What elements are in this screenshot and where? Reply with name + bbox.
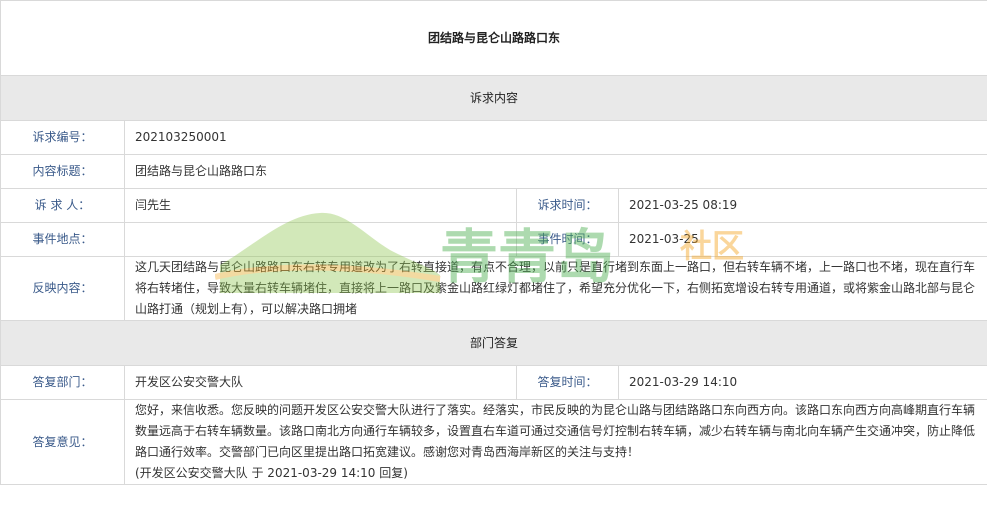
appeal-number-value: 202103250001 <box>123 120 987 155</box>
row-reply-opinion: 答复意见： 您好，来信收悉。您反映的问题开发区公安交警大队进行了落实。经落实，市… <box>0 399 987 485</box>
row-appeal-location: 事件地点： 事件时间： 2021-03-25 <box>0 222 987 257</box>
reply-signature: (开发区公安交警大队 于 2021-03-29 14:10 回复) <box>135 466 408 480</box>
appeal-subject-label: 内容标题： <box>0 154 125 189</box>
appeal-time-value: 2021-03-25 08:19 <box>617 188 987 223</box>
row-appeal-content: 反映内容： 这几天团结路与昆仑山路路口东右转专用道改为了右转直接道，有点不合理，… <box>0 256 987 321</box>
reply-dept-value: 开发区公安交警大队 <box>124 365 517 400</box>
section-header-appeal: 诉求内容 <box>0 75 987 121</box>
page-title: 团结路与昆仑山路路口东 <box>0 0 987 76</box>
reply-dept-label: 答复部门： <box>0 365 125 400</box>
row-reply-dept: 答复部门： 开发区公安交警大队 答复时间： 2021-03-29 14:10 <box>0 365 987 400</box>
reply-opinion-value: 您好，来信收悉。您反映的问题开发区公安交警大队进行了落实。经落实，市民反映的为昆… <box>135 403 976 459</box>
section-header-reply: 部门答复 <box>0 320 987 366</box>
appeal-number-label: 诉求编号： <box>0 120 125 155</box>
reply-time-label: 答复时间： <box>516 365 619 400</box>
appeal-content-label: 反映内容： <box>0 256 125 321</box>
appeal-content-value: 这几天团结路与昆仑山路路口东右转专用道改为了右转直接道，有点不合理，以前只是直行… <box>123 256 987 321</box>
appeal-time-label: 诉求时间： <box>516 188 619 223</box>
reply-opinion-label: 答复意见： <box>0 399 125 485</box>
row-appeal-subject: 内容标题： 团结路与昆仑山路路口东 <box>0 154 987 189</box>
event-location-label: 事件地点： <box>0 222 125 257</box>
event-location-value <box>124 222 517 257</box>
event-time-value: 2021-03-25 <box>617 222 987 257</box>
appeal-subject-value: 团结路与昆仑山路路口东 <box>123 154 987 189</box>
appeal-person-value: 闫先生 <box>124 188 517 223</box>
appeal-detail-table: 团结路与昆仑山路路口东 诉求内容 诉求编号： 202103250001 内容标题… <box>0 0 987 485</box>
reply-time-value: 2021-03-29 14:10 <box>617 365 987 400</box>
appeal-person-label: 诉 求 人： <box>0 188 125 223</box>
reply-opinion-cell: 您好，来信收悉。您反映的问题开发区公安交警大队进行了落实。经落实，市民反映的为昆… <box>123 399 987 485</box>
row-appeal-number: 诉求编号： 202103250001 <box>0 120 987 155</box>
row-appeal-person: 诉 求 人： 闫先生 诉求时间： 2021-03-25 08:19 <box>0 188 987 223</box>
event-time-label: 事件时间： <box>516 222 619 257</box>
